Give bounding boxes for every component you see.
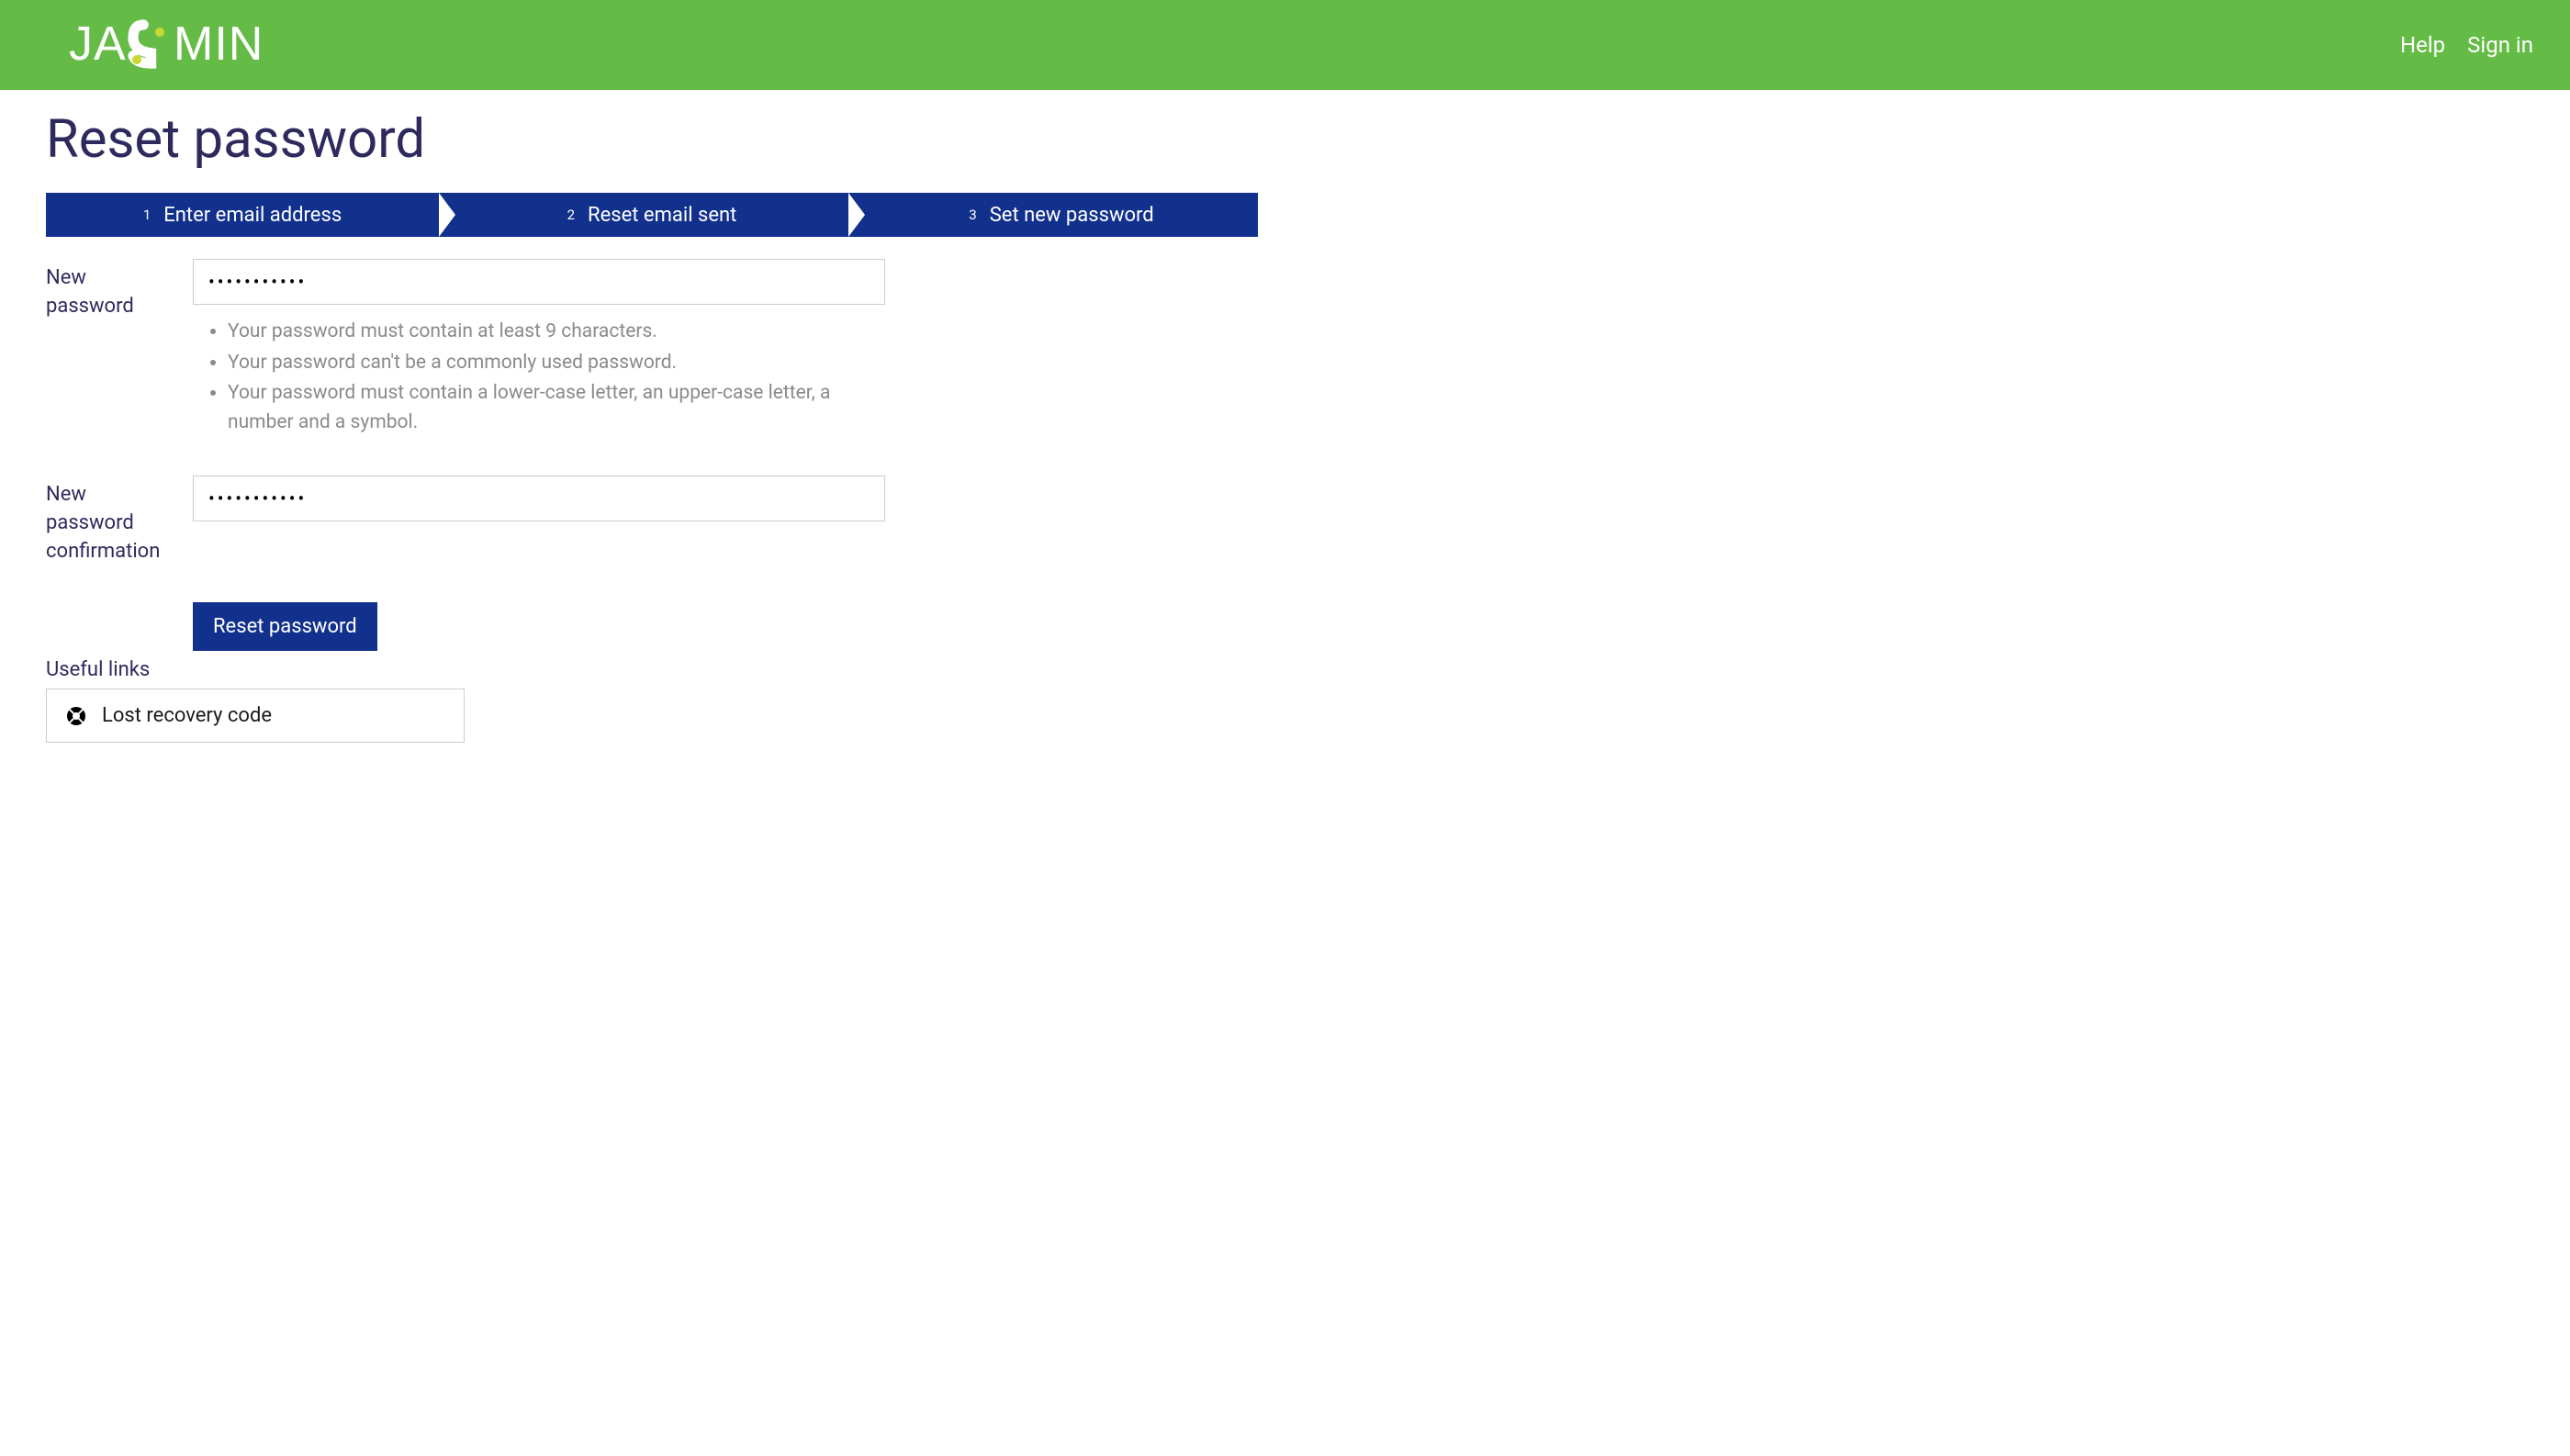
lost-recovery-code-link[interactable]: Lost recovery code bbox=[46, 689, 465, 743]
password-hint-2: Your password can't be a commonly used p… bbox=[228, 349, 885, 378]
svg-text:JA: JA bbox=[69, 17, 127, 71]
svg-text:MIN: MIN bbox=[174, 17, 264, 71]
signin-link[interactable]: Sign in bbox=[2467, 32, 2533, 58]
step-2-label: Reset email sent bbox=[588, 204, 736, 227]
logo[interactable]: JA MIN bbox=[69, 17, 344, 73]
jasmin-logo-svg: JA MIN bbox=[69, 17, 344, 73]
nav-links: Help Sign in bbox=[2400, 32, 2533, 58]
page-title: Reset password bbox=[46, 108, 1258, 171]
new-password-confirm-row: New password confirmation bbox=[46, 476, 1258, 566]
password-hints: Your password must contain at least 9 ch… bbox=[193, 318, 885, 437]
main-container: Reset password 1 Enter email address 2 R… bbox=[0, 90, 1304, 761]
submit-row: Reset password bbox=[46, 602, 1258, 651]
progress-steps: 1 Enter email address 2 Reset email sent… bbox=[46, 193, 1258, 237]
step-arrow-icon bbox=[848, 193, 865, 237]
step-3-label: Set new password bbox=[990, 204, 1154, 227]
help-link[interactable]: Help bbox=[2400, 32, 2445, 58]
new-password-confirm-input[interactable] bbox=[193, 476, 885, 521]
step-1: 1 Enter email address bbox=[46, 193, 439, 237]
lost-recovery-code-label: Lost recovery code bbox=[102, 704, 272, 727]
top-header: JA MIN Help Sign in bbox=[0, 0, 2570, 90]
useful-links-heading: Useful links bbox=[46, 658, 1258, 681]
step-3-num: 3 bbox=[969, 207, 976, 223]
new-password-input[interactable] bbox=[193, 259, 885, 305]
new-password-confirm-label: New password confirmation bbox=[46, 476, 193, 566]
new-password-confirm-field-wrap bbox=[193, 476, 885, 521]
step-1-label: Enter email address bbox=[163, 204, 342, 227]
new-password-row: New password Your password must contain … bbox=[46, 259, 1258, 439]
life-ring-icon bbox=[65, 705, 87, 727]
step-3: 3 Set new password bbox=[865, 193, 1258, 237]
new-password-field-wrap: Your password must contain at least 9 ch… bbox=[193, 259, 885, 439]
reset-password-button[interactable]: Reset password bbox=[193, 602, 377, 651]
step-2-num: 2 bbox=[567, 207, 575, 223]
password-hint-3: Your password must contain a lower-case … bbox=[228, 379, 885, 437]
new-password-label: New password bbox=[46, 259, 193, 321]
useful-links-section: Useful links Lost recovery code bbox=[46, 658, 1258, 743]
step-2: 2 Reset email sent bbox=[455, 193, 848, 237]
password-hint-1: Your password must contain at least 9 ch… bbox=[228, 318, 885, 347]
step-1-num: 1 bbox=[143, 207, 151, 223]
step-arrow-icon bbox=[439, 193, 455, 237]
